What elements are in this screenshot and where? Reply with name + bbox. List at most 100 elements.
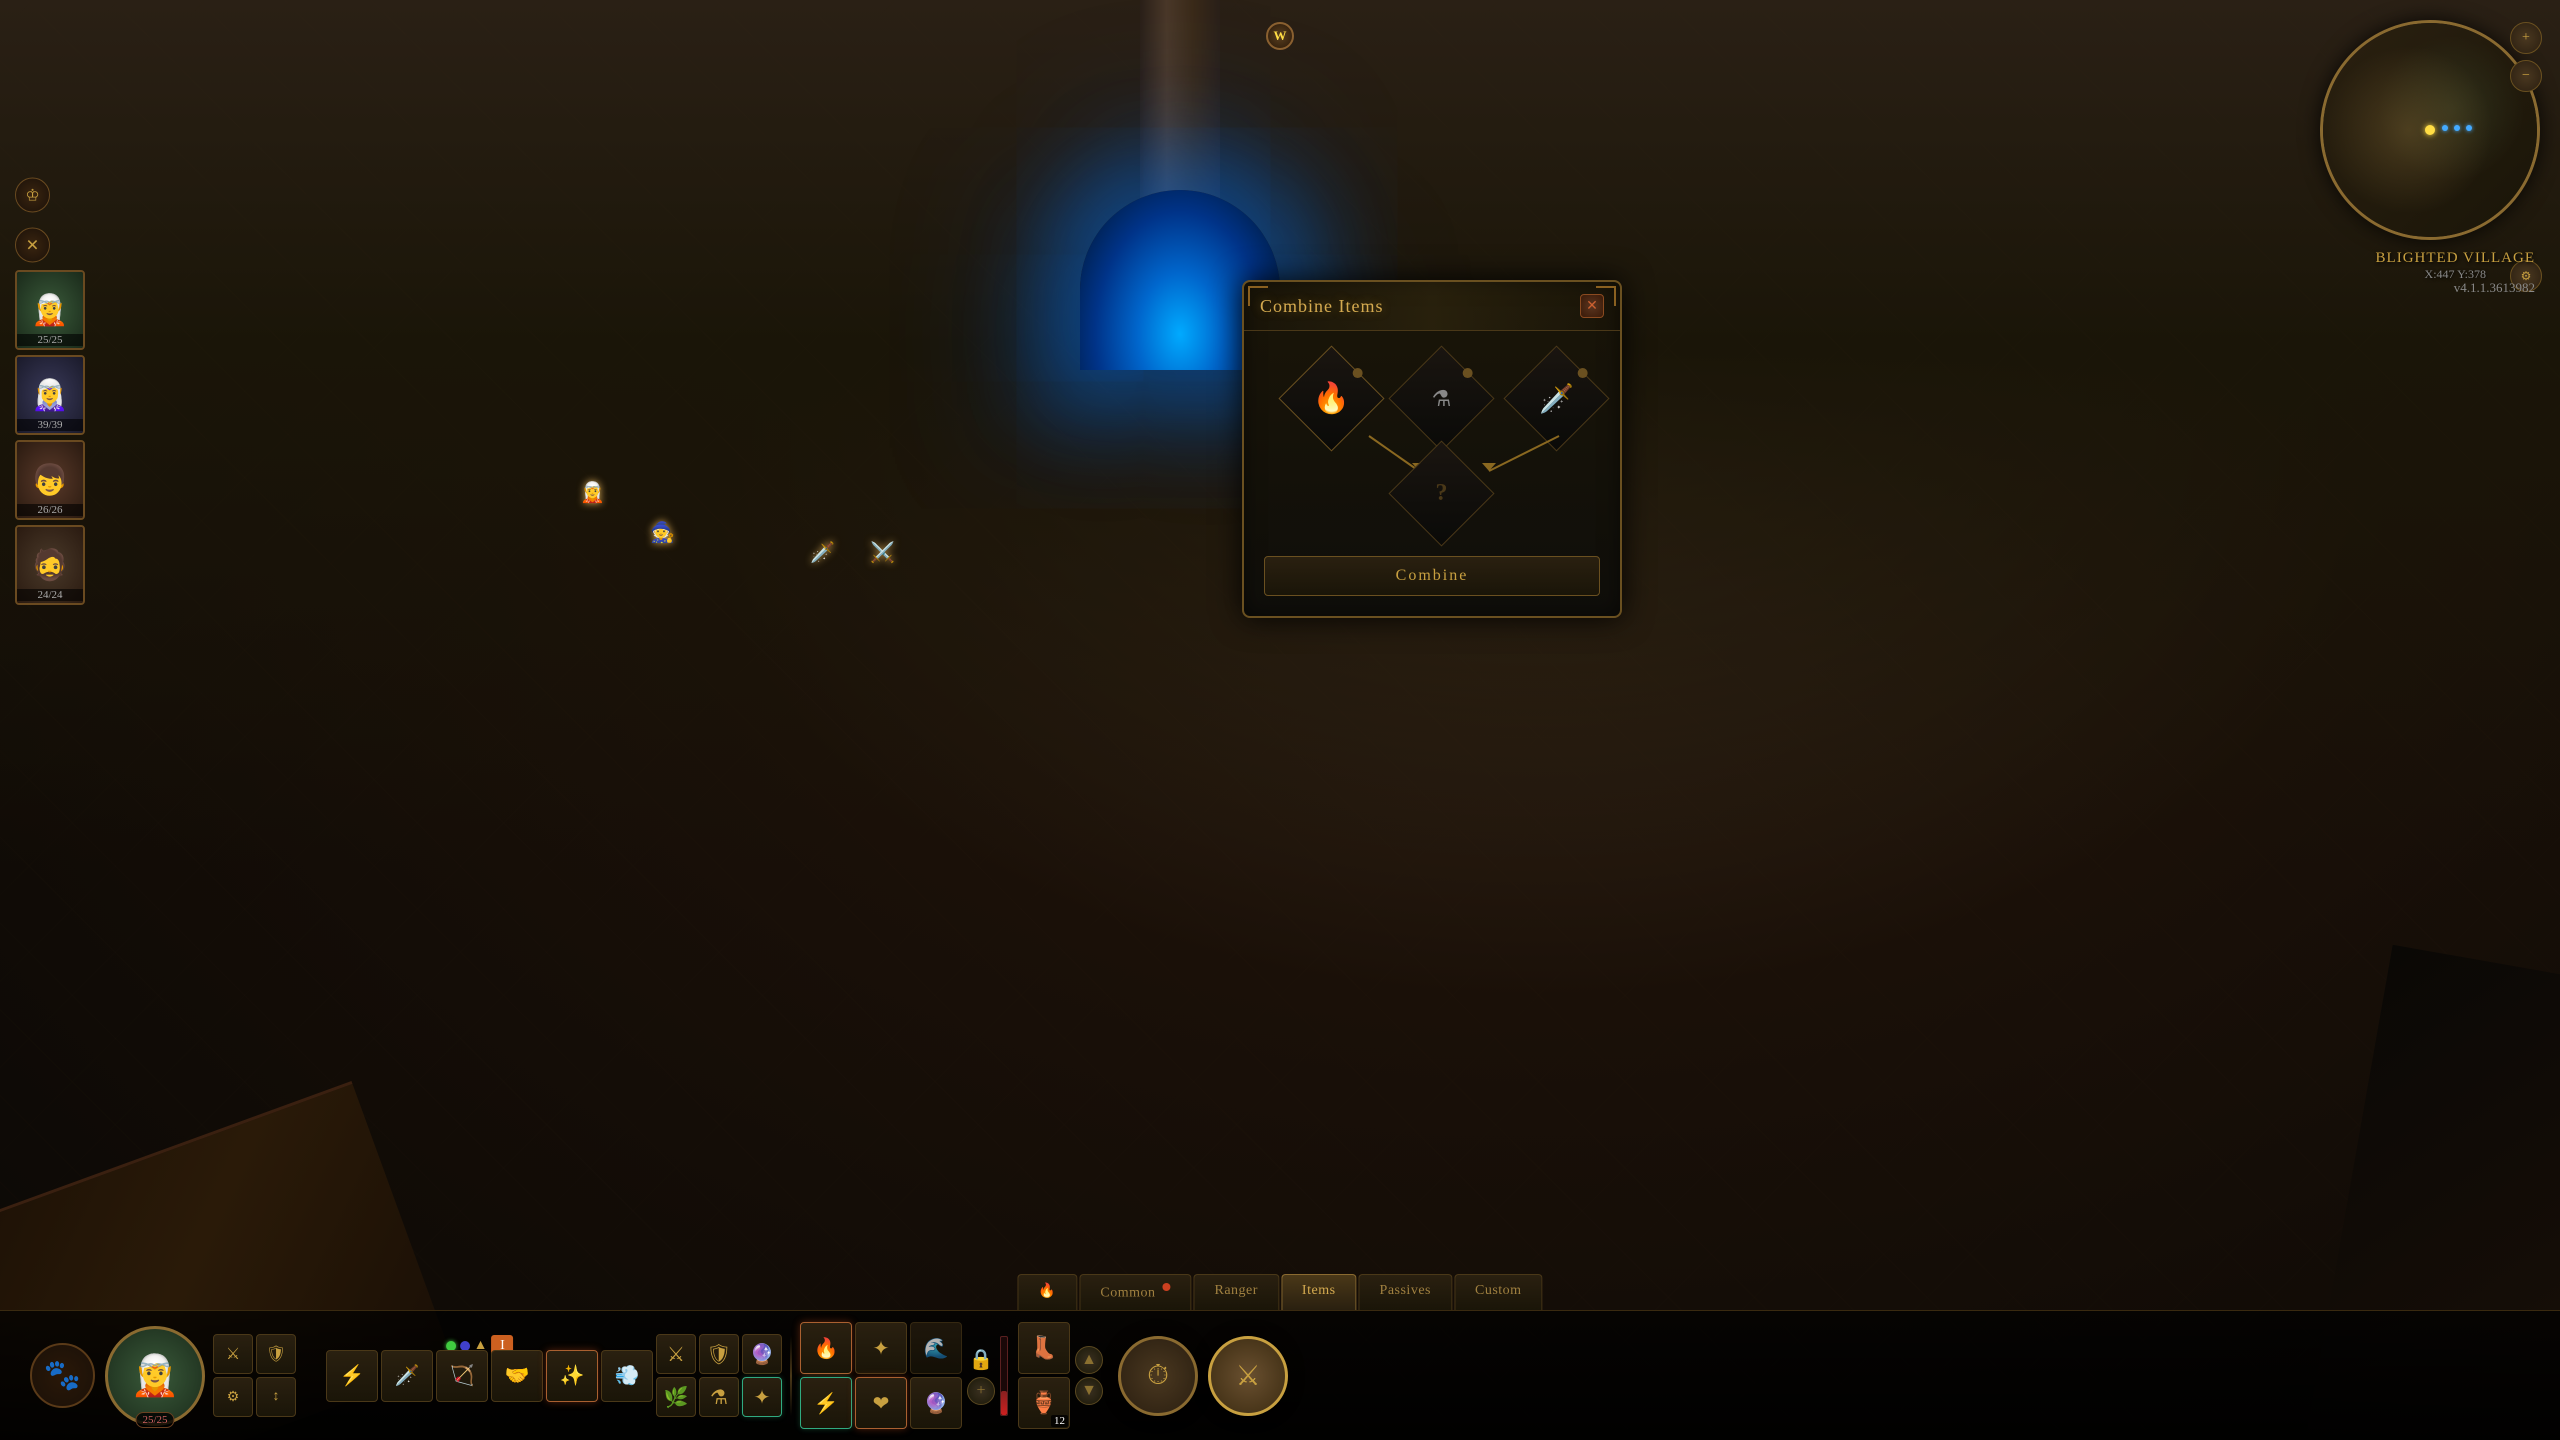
action-down[interactable]: ⚙ <box>213 1377 253 1417</box>
consumable-slot-wrapper: 🏺 12 <box>1018 1377 1070 1429</box>
combine-button[interactable]: Combine <box>1264 556 1600 596</box>
minimap[interactable] <box>2320 20 2540 240</box>
corner-tr <box>1596 286 1616 306</box>
compass: W <box>1266 22 1294 50</box>
minimap-zoom-in[interactable]: + <box>2510 22 2542 54</box>
scroll-down[interactable]: ▼ <box>1075 1377 1103 1405</box>
party-figure-2: 🧙 <box>650 520 675 545</box>
action-swap[interactable]: ↕ <box>256 1377 296 1417</box>
item-count-badge: 12 <box>1051 1415 1068 1427</box>
common-badge <box>1162 1283 1170 1291</box>
location-label: BLIGHTED VILLAGE X:447 Y:378 <box>2376 250 2535 282</box>
left-icon-x[interactable]: ✕ <box>15 228 50 263</box>
main-action-bar: ▲ I ⚡ 🗡️ 🏹 🤝 ✨ 💨 <box>306 1350 653 1402</box>
spell-r5[interactable]: ❤ <box>855 1377 907 1429</box>
spell-r3[interactable]: 🌊 <box>910 1322 962 1374</box>
spell-r1[interactable]: 🔥 <box>800 1322 852 1374</box>
scroll-up[interactable]: ▲ <box>1075 1346 1103 1374</box>
scroll-area: ▲ ▼ <box>1075 1346 1103 1405</box>
spell-s6[interactable]: ✦ <box>742 1377 782 1417</box>
marker-3 <box>2466 125 2472 131</box>
spell-s1[interactable]: ⚔ <box>656 1334 696 1374</box>
tab-passives[interactable]: Passives <box>1359 1274 1452 1310</box>
spell-3[interactable]: 🏹 <box>436 1350 488 1402</box>
end-turn-button[interactable]: ⏱ <box>1118 1336 1198 1416</box>
minimap-markers <box>2441 119 2473 137</box>
add-slot-button[interactable]: + <box>967 1377 995 1405</box>
spell-s3[interactable]: 🔮 <box>742 1334 782 1374</box>
craft-slot-result[interactable]: ? <box>1388 440 1494 546</box>
spell-2[interactable]: 🗡️ <box>381 1350 433 1402</box>
minimap-player <box>2425 125 2435 135</box>
party-figure-4: ⚔️ <box>870 540 895 565</box>
spell-5[interactable]: ✨ <box>546 1350 598 1402</box>
boot-slot[interactable]: 👢 <box>1018 1322 1070 1374</box>
spell-s2[interactable]: 🛡 <box>699 1334 739 1374</box>
action-row-2: 🌿 ⚗ ✦ <box>656 1377 782 1417</box>
action-bar-right-section: 🔥 ✦ 🌊 ⚡ ❤ 🔮 <box>800 1322 962 1429</box>
portrait-1[interactable]: 🧝 25/25 <box>15 270 85 350</box>
action-shield[interactable]: 🛡 <box>256 1334 296 1374</box>
left-icon-crown[interactable]: ♔ <box>15 178 50 213</box>
paw-icon[interactable]: 🐾 <box>30 1343 95 1408</box>
dialog-content: 🔥 ⚗ 🗡️ <box>1244 331 1620 616</box>
spell-s4[interactable]: 🌿 <box>656 1377 696 1417</box>
lock-area: 🔒 + <box>967 1347 995 1405</box>
hud-separator <box>790 1336 792 1416</box>
crafting-area: 🔥 ⚗ 🗡️ <box>1264 351 1600 541</box>
portrait-2[interactable]: 🧝‍♀️ 39/39 <box>15 355 85 435</box>
party-portraits: 🧝 25/25 🧝‍♀️ 39/39 👦 26/26 🧔 24/24 <box>15 270 85 605</box>
slot-1-item: 🔥 <box>1295 362 1368 435</box>
portrait-1-hp: 25/25 <box>17 334 83 346</box>
main-portrait-hp: 25/25 <box>135 1412 174 1428</box>
tab-items[interactable]: Items <box>1281 1274 1357 1310</box>
tab-flame[interactable]: 🔥 <box>1017 1274 1077 1310</box>
tab-common[interactable]: Common <box>1079 1274 1191 1310</box>
craft-slot-2[interactable]: ⚗ <box>1388 345 1494 451</box>
craft-slot-1[interactable]: 🔥 <box>1278 345 1384 451</box>
action-bar-sub: ⚔ 🛡 🔮 🌿 ⚗ ✦ <box>656 1334 782 1417</box>
small-action-buttons: ⚔ ⚙ <box>213 1334 253 1417</box>
lock-icon[interactable]: 🔒 <box>969 1347 994 1372</box>
combine-dialog: Combine Items ✕ 🔥 ⚗ 🗡️ <box>1242 280 1622 618</box>
marker-2 <box>2454 125 2460 131</box>
portrait-4[interactable]: 🧔 24/24 <box>15 525 85 605</box>
initiative-button[interactable]: ⚔ <box>1208 1336 1288 1416</box>
bottom-hud: 🐾 🧝 25/25 ⚔ ⚙ 🛡 ↕ ▲ I ⚡ 🗡️ 🏹 🤝 ✨ 💨 ⚔ <box>0 1310 2560 1440</box>
left-sidebar-icons: ♔ ✕ <box>15 178 50 263</box>
bottom-tabs: 🔥 Common Ranger Items Passives Custom <box>1017 1274 1542 1310</box>
version-text: v4.1.1.3613982 <box>2454 280 2535 296</box>
main-portrait[interactable]: 🧝 25/25 <box>105 1326 205 1426</box>
equipment-slots: 👢 🏺 12 <box>1018 1322 1070 1429</box>
minimap-zoom-out[interactable]: − <box>2510 60 2542 92</box>
spell-4[interactable]: 🤝 <box>491 1350 543 1402</box>
spell-r4[interactable]: ⚡ <box>800 1377 852 1429</box>
slot-2-item: ⚗ <box>1405 362 1478 435</box>
portrait-3[interactable]: 👦 26/26 <box>15 440 85 520</box>
spell-r2[interactable]: ✦ <box>855 1322 907 1374</box>
slot-result-item: ? <box>1405 457 1478 530</box>
spell-6[interactable]: 💨 <box>601 1350 653 1402</box>
small-action-buttons-2: 🛡 ↕ <box>256 1334 296 1417</box>
action-bar-main: ⚡ 🗡️ 🏹 🤝 ✨ 💨 <box>326 1350 653 1402</box>
tab-custom[interactable]: Custom <box>1454 1274 1543 1310</box>
slot-3-item: 🗡️ <box>1520 362 1593 435</box>
portrait-3-hp: 26/26 <box>17 504 83 516</box>
hp-bar-fill <box>1001 1391 1007 1414</box>
action-row-right-1: 🔥 ✦ 🌊 <box>800 1322 962 1374</box>
spell-r6[interactable]: 🔮 <box>910 1377 962 1429</box>
craft-slot-3[interactable]: 🗡️ <box>1503 345 1609 451</box>
hp-bar <box>1000 1336 1008 1416</box>
tab-ranger[interactable]: Ranger <box>1193 1274 1278 1310</box>
spell-s5[interactable]: ⚗ <box>699 1377 739 1417</box>
party-figure-1: 🧝 <box>580 480 605 505</box>
action-up[interactable]: ⚔ <box>213 1334 253 1374</box>
game-background: 🧝 🧙 🗡️ ⚔️ <box>0 0 2560 1440</box>
marker-1 <box>2442 125 2448 131</box>
party-figure-3: 🗡️ <box>810 540 835 565</box>
spell-1[interactable]: ⚡ <box>326 1350 378 1402</box>
portrait-2-hp: 39/39 <box>17 419 83 431</box>
corner-tl <box>1248 286 1268 306</box>
portrait-4-hp: 24/24 <box>17 589 83 601</box>
dialog-header: Combine Items ✕ <box>1244 282 1620 331</box>
